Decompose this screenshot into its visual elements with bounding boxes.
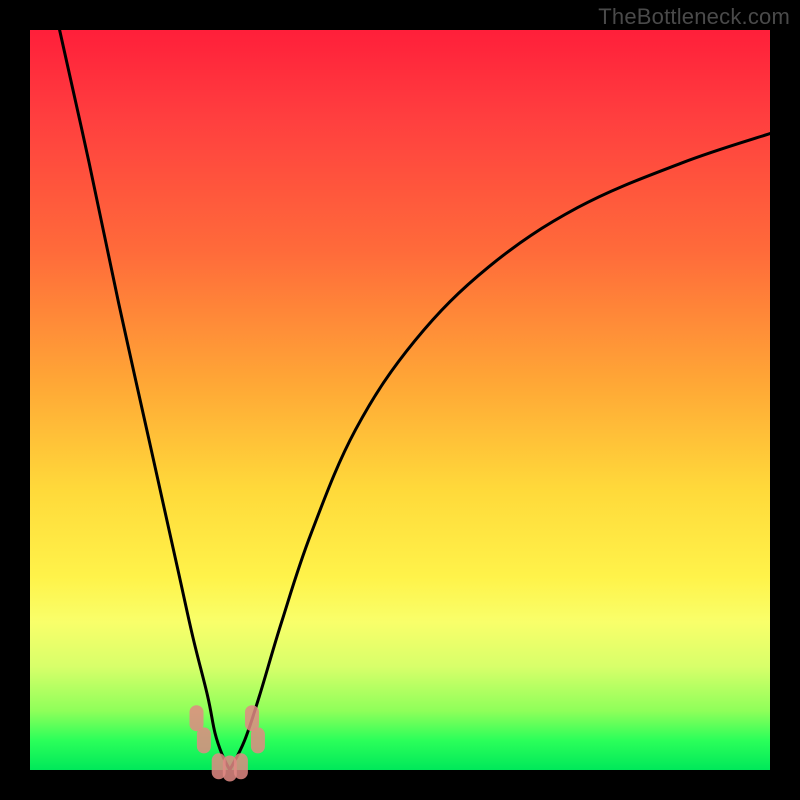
plot-area (30, 30, 770, 770)
marker-right (245, 705, 259, 731)
marker-left (197, 727, 211, 753)
marker-bottom (234, 753, 248, 779)
watermark-text: TheBottleneck.com (598, 4, 790, 30)
chart-frame: TheBottleneck.com (0, 0, 800, 800)
marker-left (190, 705, 204, 731)
marker-right (251, 727, 265, 753)
curve-left_branch (60, 30, 230, 770)
curve-right_branch (230, 134, 770, 770)
bottleneck-curve (30, 30, 770, 770)
